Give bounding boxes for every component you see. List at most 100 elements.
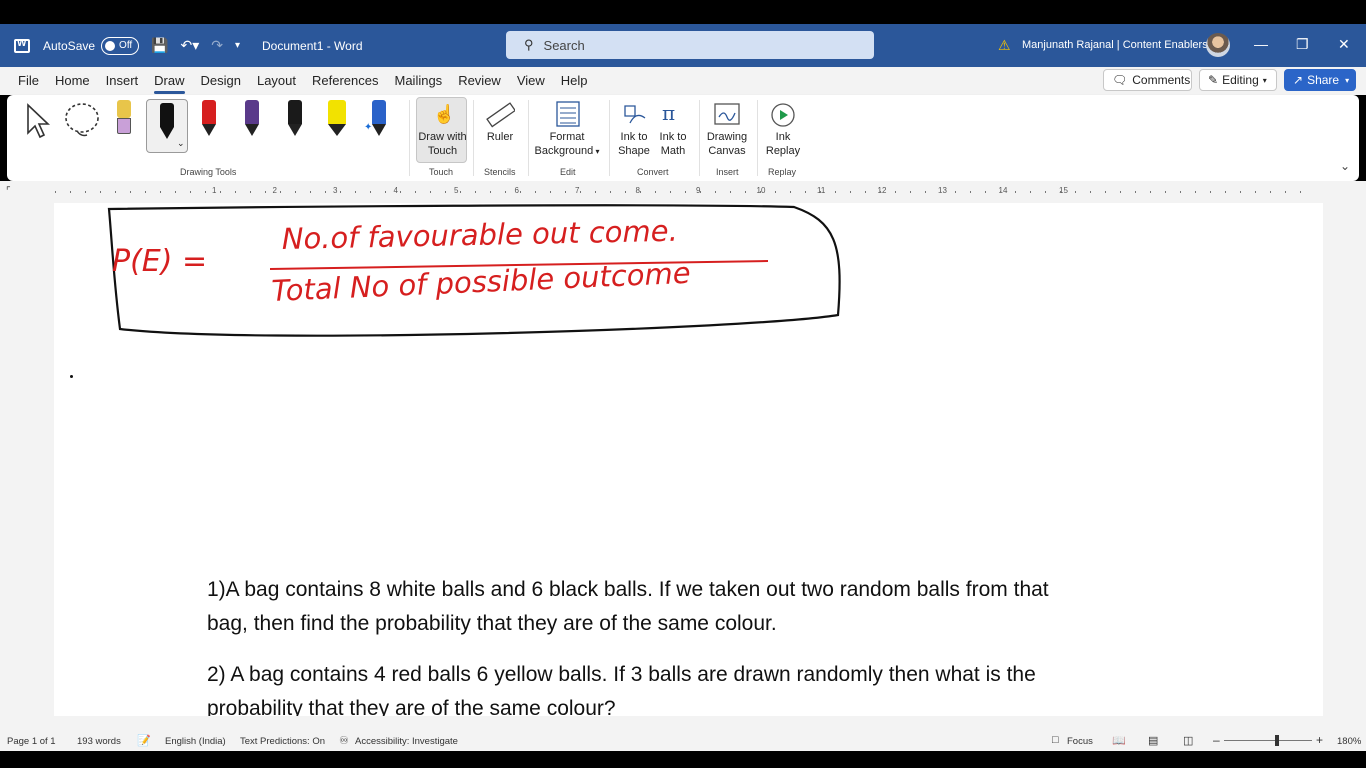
accessibility-status[interactable]: Accessibility: Investigate	[355, 736, 458, 747]
ruler-tick	[280, 191, 281, 193]
format-background-button[interactable]: Format Background ▾	[531, 97, 603, 163]
ruler-tick	[610, 191, 611, 193]
ruler-tick	[325, 191, 326, 193]
web-layout-icon[interactable]: ◫	[1183, 734, 1193, 747]
draw-with-touch-button[interactable]: ☝ Draw with Touch	[416, 97, 467, 163]
ruler-tick	[685, 191, 686, 193]
text-predictions[interactable]: Text Predictions: On	[240, 736, 325, 747]
horizontal-ruler[interactable]: ⌜ 123456789101112131415	[0, 181, 1366, 203]
ink-replay-button[interactable]: Ink Replay	[762, 97, 804, 163]
highlighter-pen-icon[interactable]	[115, 100, 133, 138]
chevron-down-icon[interactable]: ⌄	[177, 138, 185, 149]
ruler-tick	[715, 191, 716, 193]
search-placeholder: Search	[543, 37, 585, 53]
user-name[interactable]: Manjunath Rajanal | Content Enablers	[1022, 39, 1208, 51]
yellow-highlighter-icon[interactable]	[328, 100, 346, 138]
customize-qat-icon[interactable]: ▾	[235, 40, 240, 51]
ruler-number: 4	[393, 186, 398, 195]
tab-home[interactable]: Home	[47, 67, 98, 95]
undo-icon[interactable]: ↶▾	[180, 37, 199, 54]
ruler-tick	[700, 191, 701, 193]
ruler-tick	[1135, 191, 1136, 193]
redo-icon[interactable]: ↷	[211, 37, 223, 54]
tab-help[interactable]: Help	[553, 67, 596, 95]
warning-icon[interactable]: ⚠	[998, 37, 1011, 54]
black-pen-icon[interactable]	[158, 103, 176, 141]
draw-with-touch-label-1: Draw with	[418, 131, 467, 143]
tab-design[interactable]: Design	[193, 67, 249, 95]
focus-icon[interactable]: □	[1052, 734, 1059, 746]
question-2-line-1[interactable]: 2) A bag contains 4 red balls 6 yellow b…	[207, 658, 1036, 692]
tab-file[interactable]: File	[10, 67, 47, 95]
question-1-line-1[interactable]: 1)A bag contains 8 white balls and 6 bla…	[207, 573, 1049, 607]
close-icon[interactable]: ✕	[1338, 36, 1350, 53]
tab-references[interactable]: References	[304, 67, 386, 95]
ink-denominator: Total No of possible outcome	[271, 256, 691, 308]
tab-draw[interactable]: Draw	[146, 67, 192, 95]
ruler-tick	[580, 191, 581, 193]
tab-review[interactable]: Review	[450, 67, 509, 95]
minimize-icon[interactable]: —	[1254, 36, 1268, 52]
ruler-button[interactable]: Ruler	[479, 97, 521, 163]
tab-layout[interactable]: Layout	[249, 67, 304, 95]
tab-selector-icon[interactable]: ⌜	[6, 186, 11, 197]
focus-label[interactable]: Focus	[1067, 736, 1093, 747]
blue-action-pen-icon[interactable]: ✦	[364, 100, 388, 138]
ruler-tick	[820, 191, 821, 193]
lasso-select-icon[interactable]	[63, 101, 103, 141]
word-count[interactable]: 193 words	[77, 736, 121, 747]
question-1-line-2[interactable]: bag, then find the probability that they…	[207, 607, 777, 641]
ruler-tick	[985, 191, 986, 193]
selected-pen-box[interactable]: ⌄	[146, 99, 188, 153]
page-count[interactable]: Page 1 of 1	[7, 736, 56, 747]
question-2-line-2[interactable]: probability that they are of the same co…	[207, 692, 616, 716]
avatar[interactable]	[1206, 33, 1230, 57]
comments-button[interactable]: 🗨 Comments	[1103, 69, 1192, 91]
save-icon[interactable]: 💾	[151, 37, 168, 54]
ruler-tick	[595, 191, 596, 193]
restore-icon[interactable]: ❐	[1296, 36, 1309, 53]
ink-to-math-label-2: Math	[660, 145, 686, 157]
tab-insert[interactable]: Insert	[98, 67, 147, 95]
drawing-canvas-label-1: Drawing	[706, 131, 748, 143]
ruler-tick	[85, 191, 86, 193]
ruler-tick	[400, 191, 401, 193]
zoom-out-icon[interactable]: –	[1213, 733, 1220, 747]
ruler-tick	[1180, 191, 1181, 193]
print-layout-icon[interactable]: ▤	[1148, 734, 1158, 747]
read-mode-icon[interactable]: 📖	[1112, 734, 1126, 747]
tab-view[interactable]: View	[509, 67, 553, 95]
share-button[interactable]: ↗ Share ▾	[1284, 69, 1356, 91]
purple-pen-icon[interactable]	[243, 100, 261, 138]
tab-mailings[interactable]: Mailings	[387, 67, 451, 95]
accessibility-icon[interactable]: ♾	[339, 734, 349, 747]
proofing-icon[interactable]: 📝	[137, 734, 151, 747]
ruler-tick	[940, 191, 941, 193]
autosave-toggle[interactable]: Off	[101, 36, 140, 55]
editing-mode-button[interactable]: ✎ Editing ▾	[1199, 69, 1277, 91]
ruler-tick	[505, 191, 506, 193]
ink-to-math-button[interactable]: π Ink to Math	[654, 97, 692, 163]
ink-to-shape-label-1: Ink to	[620, 131, 648, 143]
galaxy-pen-icon[interactable]	[286, 100, 304, 138]
search-box[interactable]: ⚲ Search	[506, 31, 874, 59]
divider	[528, 100, 529, 176]
document-page[interactable]: P(E) = No.of favourable out come. Total …	[54, 203, 1323, 716]
vertical-ruler[interactable]	[0, 203, 22, 716]
ink-to-shape-button[interactable]: Ink to Shape	[615, 97, 653, 163]
red-pen-icon[interactable]	[200, 100, 218, 138]
group-replay: Replay	[768, 167, 797, 177]
zoom-slider-thumb[interactable]	[1275, 735, 1279, 746]
format-background-label-1: Format	[549, 131, 585, 143]
zoom-level[interactable]: 180%	[1337, 736, 1361, 747]
zoom-in-icon[interactable]: +	[1316, 733, 1323, 747]
ruler-tick	[220, 191, 221, 193]
ruler-number: 7	[575, 186, 580, 195]
zoom-slider-track[interactable]	[1224, 740, 1312, 741]
collapse-ribbon-icon[interactable]: ⌄	[1340, 159, 1350, 173]
drawing-canvas-button[interactable]: Drawing Canvas	[704, 97, 750, 163]
ruler-tick	[835, 191, 836, 193]
language[interactable]: English (India)	[165, 736, 226, 747]
ruler-tick	[1270, 191, 1271, 193]
select-arrow-icon[interactable]	[24, 103, 52, 139]
